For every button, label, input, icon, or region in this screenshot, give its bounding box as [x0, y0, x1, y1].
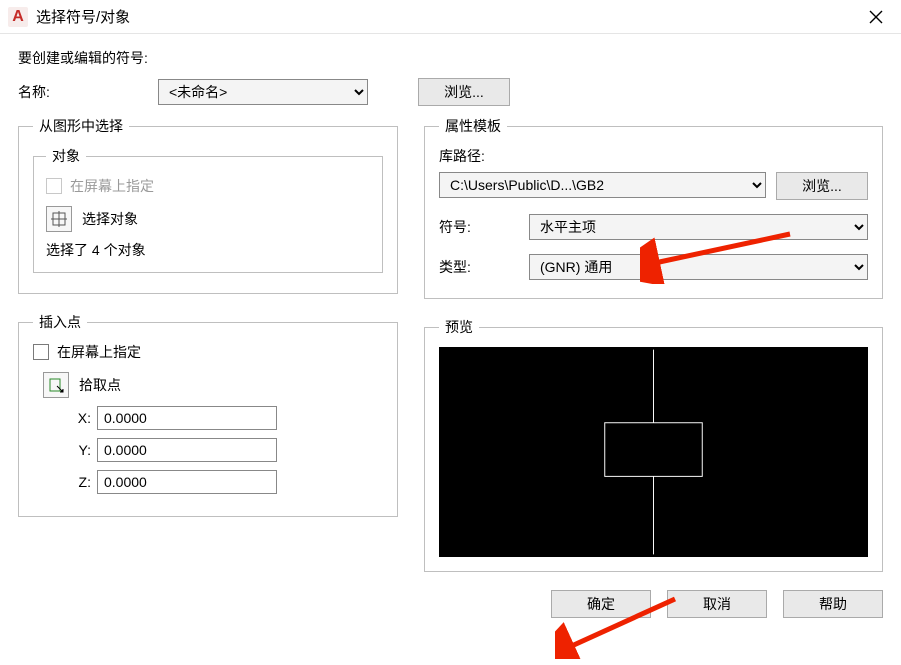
titlebar: A 选择符号/对象 — [0, 0, 901, 34]
cancel-button[interactable]: 取消 — [667, 590, 767, 618]
insertion-legend: 插入点 — [33, 312, 87, 332]
obj-specify-on-screen-label: 在屏幕上指定 — [70, 176, 154, 196]
ok-button[interactable]: 确定 — [551, 590, 651, 618]
pick-point-icon — [48, 377, 64, 393]
z-axis-label: Z: — [63, 474, 91, 490]
type-select[interactable]: (GNR) 通用 — [529, 254, 868, 280]
from-drawing-fieldset: 从图形中选择 对象 在屏幕上指定 选择对 — [18, 116, 398, 294]
ins-specify-on-screen-checkbox[interactable] — [33, 344, 49, 360]
close-icon — [869, 10, 883, 24]
objects-fieldset: 对象 在屏幕上指定 选择对象 选择了 — [33, 146, 383, 273]
dialog-button-row: 确定 取消 帮助 — [424, 590, 883, 618]
z-coord-input[interactable] — [97, 470, 277, 494]
x-axis-label: X: — [63, 410, 91, 426]
selection-status: 选择了 4 个对象 — [46, 240, 370, 260]
lib-browse-button[interactable]: 浏览... — [776, 172, 868, 200]
obj-specify-on-screen-checkbox — [46, 178, 62, 194]
prop-template-fieldset: 属性模板 库路径: C:\Users\Public\D...\GB2 浏览...… — [424, 116, 883, 299]
help-button[interactable]: 帮助 — [783, 590, 883, 618]
name-label: 名称: — [18, 82, 158, 102]
ins-specify-on-screen-label: 在屏幕上指定 — [57, 342, 141, 362]
symbol-label: 符号: — [439, 217, 529, 237]
prompt-label: 要创建或编辑的符号: — [18, 48, 148, 68]
crosshair-icon — [51, 211, 67, 227]
lib-path-label: 库路径: — [439, 148, 485, 164]
name-browse-button[interactable]: 浏览... — [418, 78, 510, 106]
symbol-select[interactable]: 水平主项 — [529, 214, 868, 240]
close-button[interactable] — [859, 0, 893, 34]
window-title: 选择符号/对象 — [36, 6, 859, 27]
select-objects-button[interactable] — [46, 206, 72, 232]
type-label: 类型: — [439, 257, 529, 277]
y-coord-input[interactable] — [97, 438, 277, 462]
select-objects-label: 选择对象 — [82, 209, 138, 229]
preview-legend: 预览 — [439, 317, 479, 337]
insertion-fieldset: 插入点 在屏幕上指定 拾取点 X: — [18, 312, 398, 517]
from-drawing-legend: 从图形中选择 — [33, 116, 129, 136]
lib-path-select[interactable]: C:\Users\Public\D...\GB2 — [439, 172, 766, 198]
app-icon: A — [8, 7, 28, 27]
name-select[interactable]: <未命名> — [158, 79, 368, 105]
pick-point-button[interactable] — [43, 372, 69, 398]
y-axis-label: Y: — [63, 442, 91, 458]
x-coord-input[interactable] — [97, 406, 277, 430]
pick-point-label: 拾取点 — [79, 375, 121, 395]
preview-fieldset: 预览 — [424, 317, 883, 572]
prop-template-legend: 属性模板 — [439, 116, 507, 136]
preview-canvas — [439, 347, 868, 557]
preview-symbol-icon — [439, 347, 868, 557]
objects-legend: 对象 — [46, 146, 86, 166]
